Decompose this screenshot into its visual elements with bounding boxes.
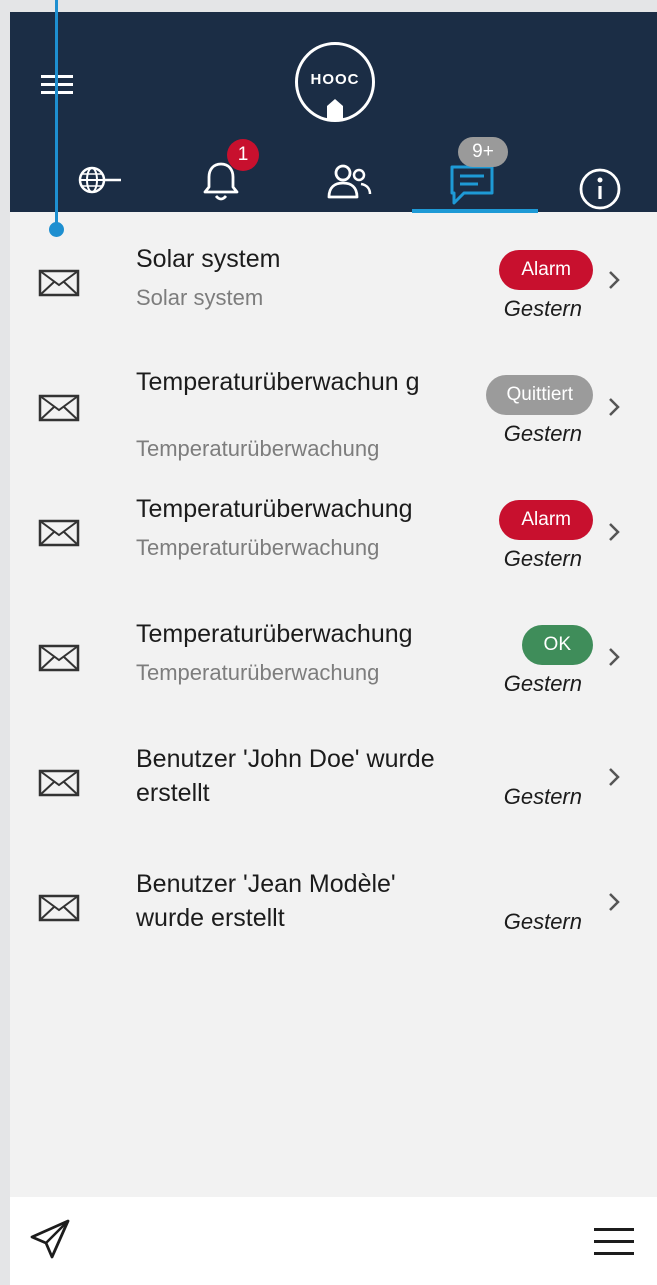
message-title: Temperaturüberwachun g <box>136 368 420 396</box>
message-date: Gestern <box>503 421 582 446</box>
bottom-bar <box>10 1197 657 1285</box>
list-item[interactable]: Benutzer 'Jean Modèle' wurde erstellt Ge… <box>10 837 657 962</box>
hooc-logo: HOOC <box>295 42 375 122</box>
message-date: Gestern <box>503 784 582 809</box>
envelope-icon <box>38 394 80 422</box>
chevron-right-icon <box>609 523 620 541</box>
list-item[interactable]: Benutzer 'John Doe' wurde erstellt Geste… <box>10 712 657 837</box>
message-date: Gestern <box>503 671 582 696</box>
chevron-right-icon <box>609 648 620 666</box>
chat-icon <box>450 165 494 205</box>
app-screen: HOOC 1 9+ Solar system Solar system Alar… <box>10 12 657 1285</box>
message-date: Gestern <box>503 909 582 934</box>
chevron-right-icon <box>609 398 620 416</box>
users-icon <box>327 164 372 199</box>
annotation-pointer-dot <box>49 222 64 237</box>
globe-icon <box>78 166 121 194</box>
message-title: Solar system <box>136 245 281 273</box>
tab-info[interactable] <box>570 147 630 210</box>
annotation-pointer-line <box>55 0 58 230</box>
menu-icon[interactable] <box>38 70 78 100</box>
envelope-icon <box>38 894 80 922</box>
message-subtitle: Temperaturüberwachung <box>136 660 380 685</box>
status-badge: Alarm <box>499 500 593 540</box>
message-title: Temperaturüberwachung <box>136 495 413 523</box>
list-item[interactable]: Temperaturüberwachun g Temperaturüberwac… <box>10 337 657 462</box>
status-badge: Quittiert <box>486 375 593 415</box>
envelope-icon <box>38 644 80 672</box>
message-date: Gestern <box>503 296 582 321</box>
envelope-icon <box>38 519 80 547</box>
tab-messages[interactable]: 9+ <box>442 137 512 207</box>
chevron-right-icon <box>609 271 620 289</box>
message-list: Solar system Solar system Alarm Gestern … <box>10 212 657 962</box>
notification-count-badge: 1 <box>227 139 259 171</box>
message-subtitle: Solar system <box>136 285 264 310</box>
send-icon[interactable] <box>28 1217 72 1261</box>
message-title: Temperaturüberwachung <box>136 620 413 648</box>
tab-users[interactable] <box>320 147 380 207</box>
message-date: Gestern <box>503 546 582 571</box>
logo-text: HOOC <box>310 71 360 88</box>
message-subtitle: Temperaturüberwachung <box>136 535 380 560</box>
info-icon <box>579 168 621 210</box>
chevron-right-icon <box>609 768 620 786</box>
envelope-icon <box>38 269 80 297</box>
house-icon <box>327 99 343 119</box>
app-header: HOOC 1 9+ <box>10 12 657 213</box>
message-title: Benutzer 'Jean Modèle' wurde erstellt <box>136 870 396 932</box>
envelope-icon <box>38 769 80 797</box>
list-item[interactable]: Solar system Solar system Alarm Gestern <box>10 212 657 337</box>
message-subtitle: Temperaturüberwachung <box>136 436 380 461</box>
chevron-right-icon <box>609 893 620 911</box>
more-menu-icon[interactable] <box>592 1225 636 1259</box>
status-badge: Alarm <box>499 250 593 290</box>
list-item[interactable]: Temperaturüberwachung Temperaturüberwach… <box>10 587 657 712</box>
status-badge: OK <box>521 625 593 665</box>
tab-network[interactable] <box>70 147 130 207</box>
message-title: Benutzer 'John Doe' wurde erstellt <box>136 745 435 807</box>
list-item[interactable]: Temperaturüberwachung Temperaturüberwach… <box>10 462 657 587</box>
message-count-badge: 9+ <box>458 137 508 167</box>
tab-notifications[interactable]: 1 <box>195 139 275 207</box>
